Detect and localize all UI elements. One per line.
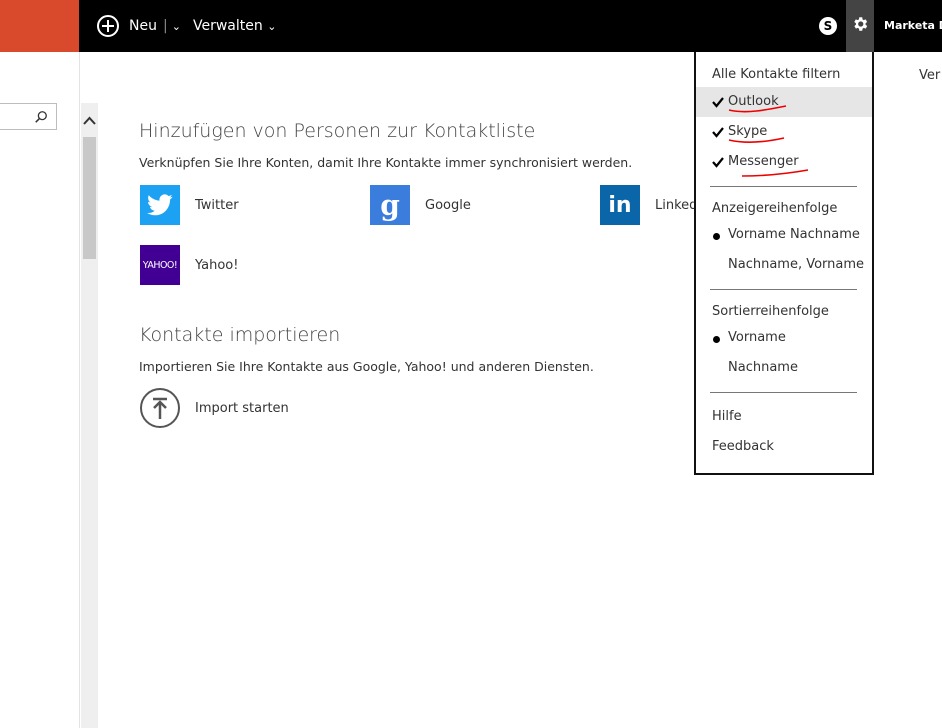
search-icon[interactable] xyxy=(34,110,48,124)
chevron-down-icon[interactable]: ⌄ xyxy=(172,20,181,33)
settings-dropdown: Alle Kontakte filtern Outlook Skype Mess… xyxy=(694,52,874,475)
selected-dot-icon xyxy=(713,336,720,343)
service-twitter[interactable]: Twitter xyxy=(140,185,239,225)
scroll-up-arrow-icon[interactable] xyxy=(81,113,98,129)
option-label: Nachname xyxy=(728,360,798,375)
option-label: Vorname xyxy=(728,330,786,345)
app-brand-tile[interactable] xyxy=(0,0,79,52)
skype-icon[interactable]: S xyxy=(819,17,837,35)
service-label: Google xyxy=(425,197,471,213)
import-start-button[interactable]: Import starten xyxy=(140,388,289,428)
gear-icon xyxy=(854,17,868,31)
sort-first-name[interactable]: Vorname xyxy=(696,323,872,353)
display-order-header: Anzeigereihenfolge xyxy=(712,201,838,216)
right-pane-text: Ver xyxy=(919,68,941,83)
separator: | xyxy=(162,18,168,34)
google-icon: g xyxy=(370,185,410,225)
service-linkedin[interactable]: in Linked xyxy=(600,185,697,225)
plus-icon xyxy=(97,15,119,37)
top-bar: Neu | ⌄ Verwalten ⌄ S Marketa De xyxy=(0,0,942,52)
add-people-description: Verknüpfen Sie Ihre Konten, damit Ihre K… xyxy=(139,155,633,170)
left-pane xyxy=(0,52,80,728)
service-yahoo[interactable]: YAHOO! Yahoo! xyxy=(140,245,238,285)
chevron-down-icon: ⌄ xyxy=(267,20,277,33)
divider xyxy=(710,392,857,393)
selected-dot-icon xyxy=(713,233,720,240)
new-button-label: Neu xyxy=(129,18,157,34)
linkedin-icon: in xyxy=(600,185,640,225)
divider xyxy=(710,289,857,290)
import-heading: Kontakte importieren xyxy=(139,324,341,346)
scrollbar-thumb[interactable] xyxy=(83,137,96,259)
help-link[interactable]: Hilfe xyxy=(712,409,742,424)
divider xyxy=(710,186,857,187)
feedback-link[interactable]: Feedback xyxy=(712,439,774,454)
display-first-last[interactable]: Vorname Nachname xyxy=(696,220,872,250)
scrollbar[interactable] xyxy=(81,103,98,728)
settings-button[interactable] xyxy=(846,0,874,52)
sort-last-name[interactable]: Nachname xyxy=(696,353,872,383)
search-input[interactable] xyxy=(0,103,57,130)
sort-order-header: Sortierreihenfolge xyxy=(712,304,829,319)
option-label: Vorname Nachname xyxy=(728,227,860,242)
service-label: Twitter xyxy=(195,197,239,213)
user-name[interactable]: Marketa De xyxy=(884,19,942,32)
add-people-heading: Hinzufügen von Personen zur Kontaktliste xyxy=(139,120,536,142)
service-label: Linked xyxy=(655,197,698,213)
manage-label: Verwalten xyxy=(193,18,263,34)
service-label: Yahoo! xyxy=(195,257,239,273)
upload-icon xyxy=(140,388,180,428)
service-google[interactable]: g Google xyxy=(370,185,471,225)
display-last-first[interactable]: Nachname, Vorname xyxy=(696,250,872,280)
twitter-icon xyxy=(140,185,180,225)
new-button[interactable]: Neu | ⌄ xyxy=(97,13,181,39)
annotation-underlines xyxy=(728,105,809,177)
manage-menu-button[interactable]: Verwalten ⌄ xyxy=(193,18,276,34)
import-start-label: Import starten xyxy=(195,400,289,416)
import-description: Importieren Sie Ihre Kontakte aus Google… xyxy=(139,359,594,374)
option-label: Nachname, Vorname xyxy=(728,257,865,272)
yahoo-icon: YAHOO! xyxy=(140,245,180,285)
